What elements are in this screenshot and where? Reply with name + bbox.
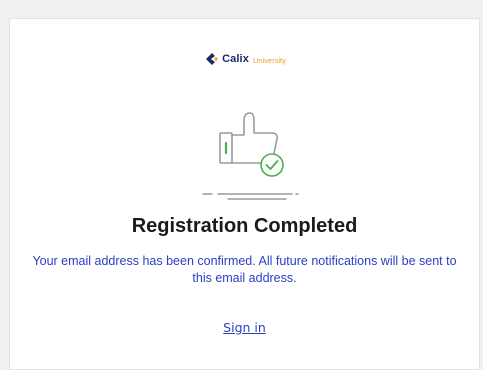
page-title: Registration Completed (131, 215, 358, 237)
confirmation-message: Your email address has been confirmed. A… (32, 254, 457, 285)
thumbs-up-check-icon (202, 112, 299, 200)
calix-logo-icon (206, 53, 219, 65)
calix-university-logo: Calix University (10, 51, 479, 67)
brand-name: Calix (222, 53, 249, 65)
sign-in-container: Sign in (10, 320, 479, 335)
brand-subtitle: University (252, 55, 286, 65)
sign-in-link[interactable]: Sign in (223, 320, 266, 335)
registration-card: Calix University Registration Completed … (9, 18, 480, 370)
